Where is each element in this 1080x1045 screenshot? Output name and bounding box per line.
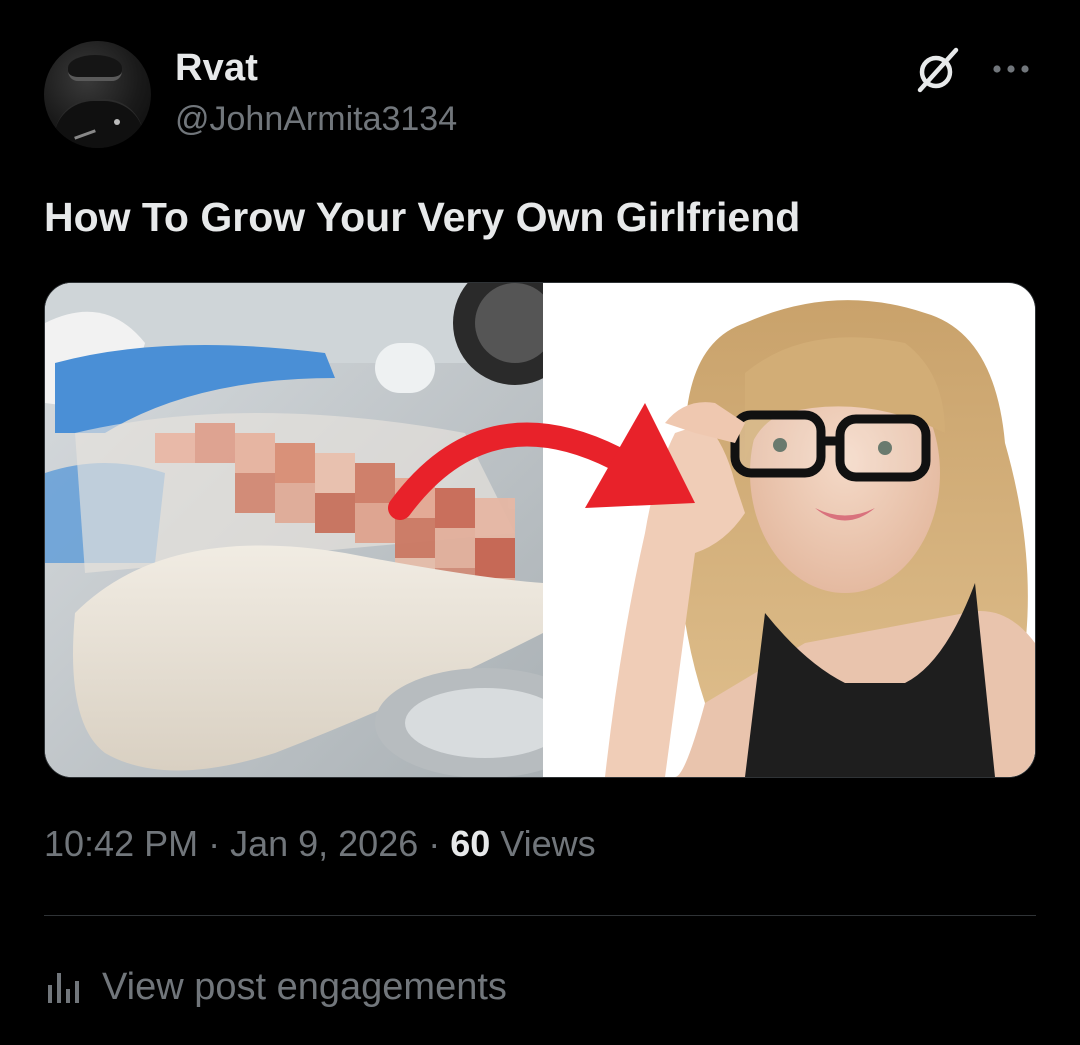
author-name[interactable]: Rvat xyxy=(175,47,258,90)
post-time[interactable]: 10:42 PM xyxy=(44,823,198,864)
view-engagements-button[interactable]: View post engagements xyxy=(44,962,507,1012)
view-engagements-label: View post engagements xyxy=(102,965,507,1008)
views-count: 60 xyxy=(450,823,491,864)
grok-icon[interactable] xyxy=(912,44,964,96)
author-handle[interactable]: @JohnArmita3134 xyxy=(175,100,457,139)
bar-chart-icon xyxy=(48,973,79,1003)
views-label: Views xyxy=(490,823,596,864)
post-meta: 10:42 PM · Jan 9, 2026 · 60 Views xyxy=(44,823,596,865)
post-text: How To Grow Your Very Own Girlfriend xyxy=(44,194,801,240)
avatar[interactable] xyxy=(44,41,151,148)
post-date[interactable]: Jan 9, 2026 xyxy=(230,823,418,864)
meta-separator: · xyxy=(418,823,451,864)
more-options-icon[interactable] xyxy=(990,54,1032,84)
post-image-graphic xyxy=(45,283,1035,777)
divider xyxy=(44,915,1036,916)
post-image[interactable] xyxy=(44,282,1036,778)
meta-separator: · xyxy=(198,823,231,864)
